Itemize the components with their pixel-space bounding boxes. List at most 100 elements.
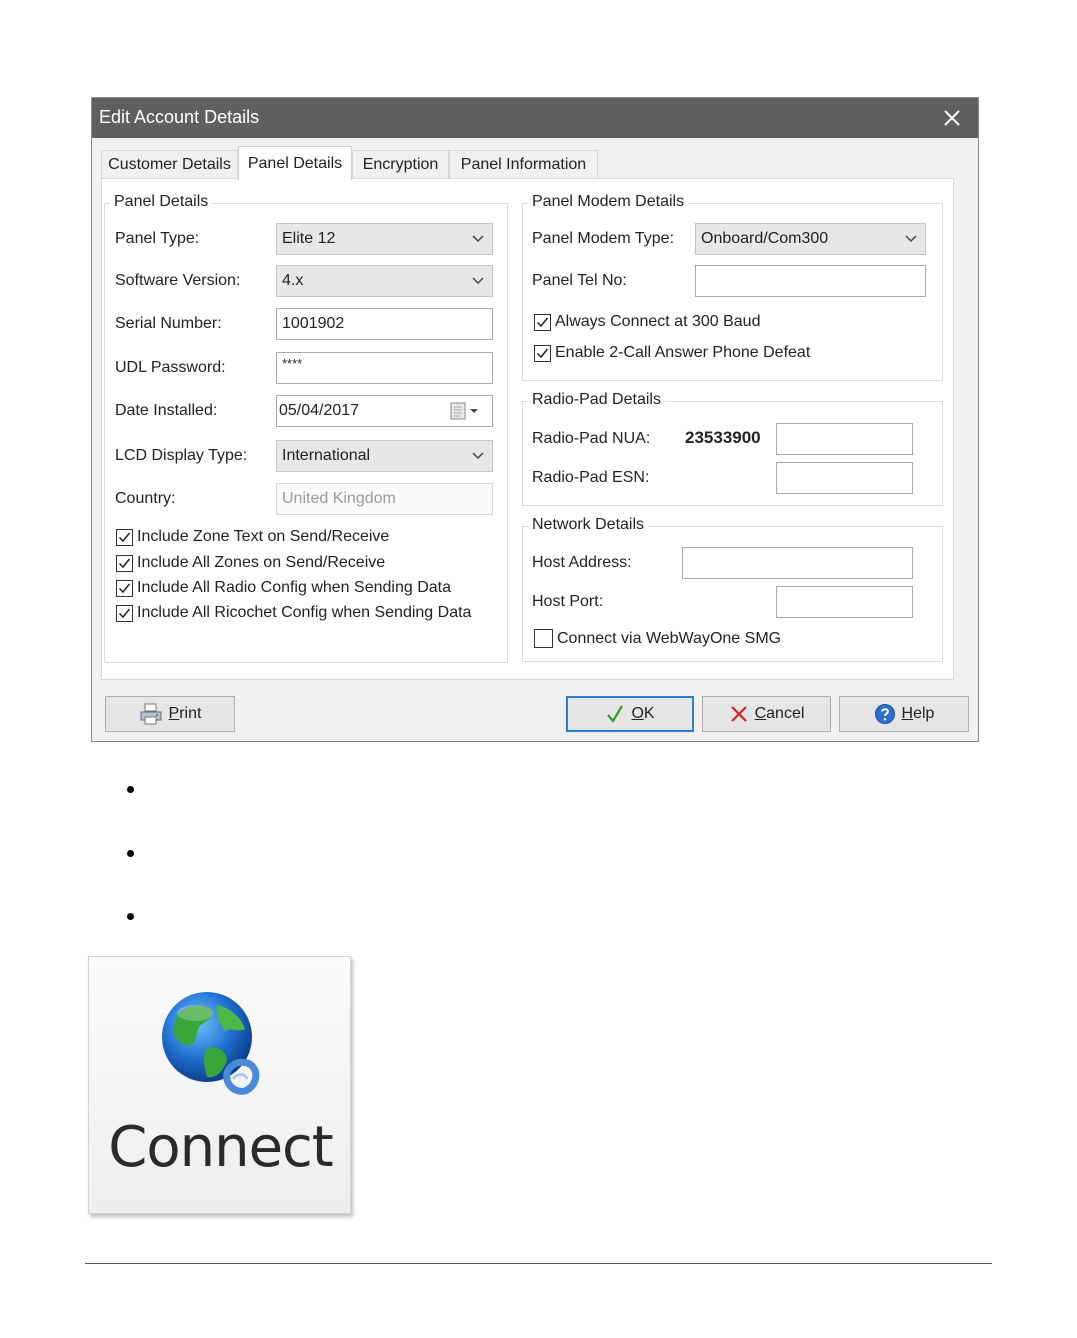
country-label: Country: (115, 490, 176, 507)
checkbox-box[interactable] (534, 313, 551, 331)
enable-2-call-defeat-checkbox[interactable]: Enable 2-Call Answer Phone Defeat (534, 344, 810, 362)
calendar-dropdown-icon[interactable] (449, 402, 485, 420)
network-details-legend: Network Details (528, 516, 649, 534)
ok-label: OK (631, 705, 654, 723)
lcd-display-type-select[interactable]: International (276, 440, 493, 472)
tab-encryption[interactable]: Encryption (352, 150, 449, 178)
radio-pad-esn-label: Radio-Pad ESN: (532, 469, 650, 486)
dialog-title: Edit Account Details (99, 107, 260, 127)
udl-password-label: UDL Password: (115, 359, 226, 376)
print-label: Print (169, 705, 202, 723)
checkbox-label: Include All Ricochet Config when Sending… (137, 604, 472, 621)
radio-pad-esn-input[interactable] (776, 462, 913, 494)
checkbox-label: Include All Radio Config when Sending Da… (137, 579, 451, 596)
check-icon (118, 558, 131, 568)
country-value: United Kingdom (282, 490, 396, 507)
connect-button[interactable]: Connect (88, 956, 351, 1214)
help-label: Help (902, 705, 935, 723)
connect-via-webwayone-checkbox[interactable]: Connect via WebWayOne SMG (534, 629, 781, 648)
bullet-point (127, 913, 134, 920)
lcd-display-type-value: International (282, 447, 371, 464)
host-port-label: Host Port: (532, 593, 604, 610)
radio-pad-nua-label: Radio-Pad NUA: (532, 430, 651, 447)
udl-password-input[interactable]: **** (276, 352, 493, 384)
close-icon (944, 110, 960, 126)
radio-pad-nua-prefix: 23533900 (685, 428, 761, 447)
radio-pad-nua-input[interactable] (776, 423, 913, 455)
cancel-label-rest: ancel (766, 705, 805, 722)
host-port-input[interactable] (776, 586, 913, 618)
country-input: United Kingdom (276, 483, 493, 515)
chevron-down-icon (472, 452, 484, 460)
lcd-display-type-label: LCD Display Type: (115, 447, 248, 464)
close-button[interactable] (930, 102, 974, 134)
checkbox-box[interactable] (534, 344, 551, 362)
bullet-point (127, 850, 134, 857)
ok-button[interactable]: OK (566, 696, 694, 732)
checkbox-label: Include All Zones on Send/Receive (137, 554, 386, 571)
panel-modem-type-select[interactable]: Onboard/Com300 (695, 223, 926, 255)
panel-type-label: Panel Type: (115, 230, 200, 247)
tab-label: Encryption (362, 155, 439, 173)
tab-panel-information[interactable]: Panel Information (449, 150, 598, 178)
title-bar[interactable]: Edit Account Details (92, 98, 978, 138)
udl-password-value: **** (282, 356, 303, 371)
check-icon (118, 583, 131, 593)
checkbox-label: Connect via WebWayOne SMG (557, 629, 782, 647)
checkbox-box[interactable] (116, 554, 133, 572)
panel-type-value: Elite 12 (282, 230, 336, 247)
serial-number-value: 1001902 (282, 315, 345, 332)
tab-panel-details[interactable]: Panel Details (238, 146, 352, 180)
software-version-label: Software Version: (115, 272, 241, 289)
printer-icon (140, 703, 162, 725)
host-address-label: Host Address: (532, 554, 632, 571)
tab-label: Panel Details (247, 154, 343, 172)
panel-modem-type-value: Onboard/Com300 (701, 230, 829, 247)
date-installed-label: Date Installed: (115, 402, 218, 419)
panel-type-select[interactable]: Elite 12 (276, 223, 493, 255)
include-zone-text-checkbox[interactable]: Include Zone Text on Send/Receive (116, 528, 389, 546)
checkbox-box[interactable] (116, 579, 133, 597)
ok-label-rest: K (643, 705, 655, 722)
radio-pad-details-legend: Radio-Pad Details (528, 391, 665, 409)
date-installed-picker[interactable]: 05/04/2017 (276, 395, 493, 427)
checkbox-box[interactable] (534, 629, 553, 648)
cancel-button[interactable]: Cancel (702, 696, 831, 732)
include-all-zones-checkbox[interactable]: Include All Zones on Send/Receive (116, 554, 385, 572)
software-version-select[interactable]: 4.x (276, 265, 493, 297)
always-connect-300-baud-checkbox[interactable]: Always Connect at 300 Baud (534, 313, 760, 331)
chevron-down-icon (472, 235, 484, 243)
tab-label: Customer Details (108, 155, 231, 173)
ok-accel-letter: O (631, 705, 644, 722)
serial-number-label: Serial Number: (115, 315, 222, 332)
checkbox-box[interactable] (116, 528, 133, 546)
chevron-down-icon (472, 277, 484, 285)
checkbox-label: Always Connect at 300 Baud (555, 313, 761, 330)
date-installed-value: 05/04/2017 (279, 402, 360, 419)
help-accel-letter: H (901, 705, 914, 722)
check-icon (118, 532, 131, 542)
print-button[interactable]: Print (105, 696, 235, 732)
include-ricochet-config-checkbox[interactable]: Include All Ricochet Config when Sending… (116, 604, 471, 622)
cancel-label: Cancel (755, 705, 805, 723)
footer-divider (85, 1263, 992, 1264)
panel-details-legend: Panel Details (110, 193, 213, 211)
print-accel-letter: P (168, 705, 180, 722)
globe-network-icon (162, 992, 260, 1095)
panel-tel-no-input[interactable] (695, 265, 926, 297)
check-icon (118, 608, 131, 618)
tab-panel: Panel Details Panel Type: Elite 12 Softw… (101, 178, 954, 680)
tab-customer-details[interactable]: Customer Details (101, 150, 238, 178)
checkbox-label: Include Zone Text on Send/Receive (137, 528, 390, 545)
help-button[interactable]: Help (839, 696, 969, 732)
checkbox-label: Enable 2-Call Answer Phone Defeat (555, 344, 811, 361)
host-address-input[interactable] (682, 547, 913, 579)
serial-number-input[interactable]: 1001902 (276, 308, 493, 340)
bullet-point (127, 786, 134, 793)
edit-account-dialog: Edit Account Details Customer Details Pa… (91, 97, 979, 742)
help-label-rest: elp (913, 705, 935, 722)
panel-modem-details-legend: Panel Modem Details (528, 193, 689, 211)
checkbox-box[interactable] (116, 604, 133, 622)
help-icon (874, 704, 895, 724)
include-radio-config-checkbox[interactable]: Include All Radio Config when Sending Da… (116, 579, 451, 597)
